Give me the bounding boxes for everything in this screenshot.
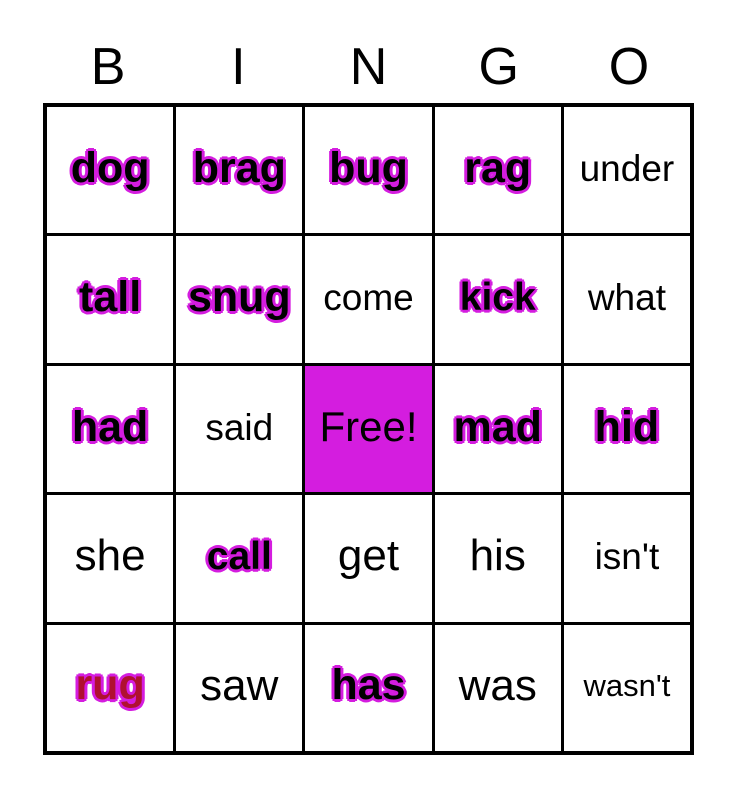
- bingo-cell-label: tall: [79, 273, 142, 322]
- bingo-cell-label: kick: [459, 276, 536, 320]
- bingo-cell-label: hid: [594, 402, 660, 451]
- header-letter-o: O: [564, 34, 694, 100]
- header-letter-label: B: [90, 38, 126, 96]
- header-letter-label: I: [231, 38, 246, 96]
- bingo-cell[interactable]: had: [47, 365, 174, 493]
- bingo-cell-label: isn't: [594, 535, 660, 577]
- bingo-cell[interactable]: dog: [47, 107, 174, 234]
- header-letter-label: O: [608, 38, 650, 96]
- bingo-cell[interactable]: call: [173, 495, 303, 622]
- bingo-cell[interactable]: said: [173, 365, 303, 493]
- bingo-cell[interactable]: rag: [431, 107, 561, 234]
- bingo-cell[interactable]: snug: [173, 236, 303, 363]
- bingo-cell[interactable]: mad: [431, 365, 561, 493]
- bingo-cell[interactable]: has: [302, 624, 432, 752]
- bingo-cell-label: rug: [75, 661, 145, 710]
- bingo-cell-free[interactable]: Free!: [302, 365, 432, 493]
- bingo-row: dog brag bug rag under: [47, 107, 691, 234]
- bingo-cell[interactable]: come: [302, 236, 432, 363]
- bingo-cell-label: brag: [192, 143, 286, 192]
- bingo-cell[interactable]: get: [302, 495, 432, 622]
- bingo-cell-label: call: [206, 534, 272, 578]
- bingo-cell[interactable]: isn't: [560, 495, 691, 622]
- bingo-row: tall snug come kick what: [47, 233, 691, 363]
- bingo-cell-label: dog: [70, 143, 150, 192]
- bingo-cell[interactable]: wasn't: [560, 624, 691, 752]
- bingo-cell[interactable]: kick: [431, 236, 561, 363]
- header-letter-b: B: [43, 34, 173, 100]
- bingo-cell[interactable]: tall: [47, 236, 174, 363]
- bingo-cell[interactable]: was: [431, 624, 561, 752]
- bingo-cell-label: she: [74, 531, 146, 581]
- bingo-cell[interactable]: rug: [47, 624, 174, 752]
- bingo-cell-label: bug: [329, 143, 408, 192]
- bingo-cell-label: snug: [187, 273, 291, 322]
- bingo-cell-label: said: [205, 406, 274, 448]
- bingo-cell-label: was: [458, 660, 537, 710]
- header-letter-g: G: [434, 34, 564, 100]
- bingo-cell-label: rag: [464, 143, 532, 192]
- bingo-cell-label: come: [323, 277, 414, 319]
- bingo-cell[interactable]: under: [560, 107, 691, 234]
- header-letter-n: N: [303, 34, 433, 100]
- bingo-cell-label: his: [469, 531, 526, 581]
- bingo-cell[interactable]: hid: [560, 365, 691, 493]
- bingo-cell-label: under: [579, 147, 675, 189]
- bingo-cell-label: Free!: [319, 403, 418, 451]
- bingo-cell[interactable]: his: [431, 495, 561, 622]
- bingo-cell-label: had: [71, 402, 149, 451]
- bingo-card: B I N G O dog brag bug rag under tall sn…: [0, 0, 737, 800]
- bingo-cell[interactable]: bug: [302, 107, 432, 234]
- bingo-cell-label: mad: [453, 402, 542, 451]
- bingo-grid: dog brag bug rag under tall snug come ki…: [43, 103, 694, 755]
- bingo-cell[interactable]: what: [560, 236, 691, 363]
- bingo-cell[interactable]: saw: [173, 624, 303, 752]
- header-letter-label: G: [478, 38, 519, 96]
- bingo-cell-label: get: [337, 531, 400, 581]
- bingo-cell-label: what: [587, 277, 666, 319]
- bingo-row: rug saw has was wasn't: [47, 621, 691, 752]
- bingo-row: had said Free! mad hid: [47, 362, 691, 493]
- bingo-cell-label: has: [331, 661, 406, 710]
- header-letter-i: I: [173, 34, 303, 100]
- bingo-row: she call get his isn't: [47, 492, 691, 622]
- bingo-cell-label: wasn't: [583, 668, 671, 704]
- bingo-cell[interactable]: brag: [173, 107, 303, 234]
- bingo-cell-label: saw: [200, 660, 279, 710]
- bingo-header: B I N G O: [43, 34, 694, 100]
- bingo-cell[interactable]: she: [47, 495, 174, 622]
- header-letter-label: N: [349, 38, 388, 96]
